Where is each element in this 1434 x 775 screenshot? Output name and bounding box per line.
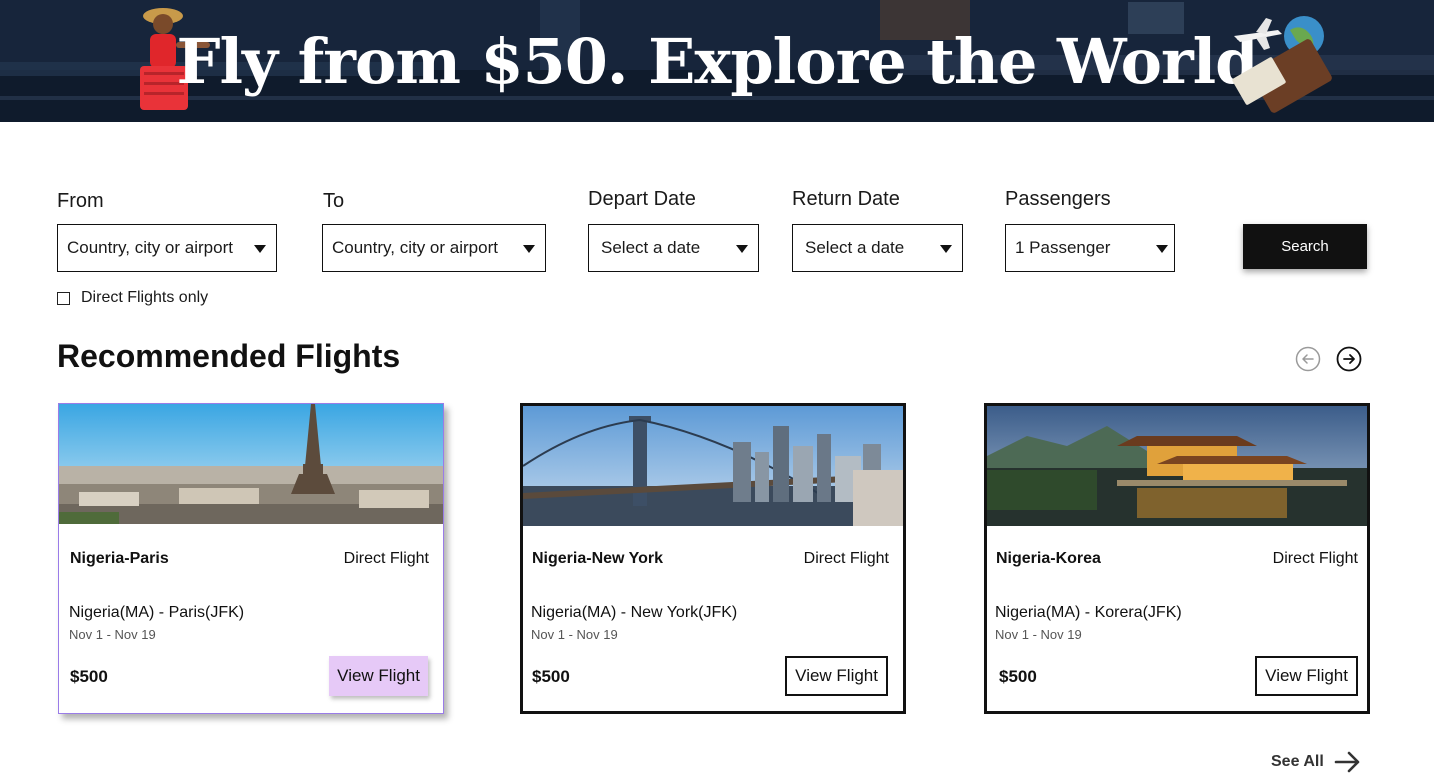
caret-down-icon xyxy=(254,245,266,253)
direct-flights-toggle[interactable]: Direct Flights only xyxy=(57,289,208,307)
arrow-left-circle-icon[interactable] xyxy=(1295,346,1321,372)
price: $500 xyxy=(999,667,1037,686)
depart-date-select[interactable]: Select a date xyxy=(588,224,759,272)
return-date-label: Return Date xyxy=(792,188,900,210)
caret-down-icon xyxy=(1156,245,1168,253)
section-title: Recommended Flights xyxy=(57,338,401,374)
flight-card[interactable]: Nigeria-Paris Direct Flight Nigeria(MA) … xyxy=(58,403,444,714)
route-name: Nigeria-New York xyxy=(532,550,664,567)
price: $500 xyxy=(70,667,108,686)
view-flight-button[interactable]: View Flight xyxy=(329,656,428,696)
view-flight-button[interactable]: View Flight xyxy=(1255,656,1358,696)
flight-type: Direct Flight xyxy=(803,550,889,567)
travel-dates: Nov 1 - Nov 19 xyxy=(531,627,618,642)
route-name: Nigeria-Korea xyxy=(996,550,1101,567)
passengers-label: Passengers xyxy=(1005,188,1111,210)
plane-globe-icon xyxy=(1232,16,1332,113)
from-select-value: Country, city or airport xyxy=(67,238,233,257)
passengers-value: 1 Passenger xyxy=(1015,238,1111,257)
flight-card[interactable]: Nigeria-New York Direct Flight Nigeria(M… xyxy=(520,403,906,714)
direct-flights-label: Direct Flights only xyxy=(81,289,209,306)
arrow-right-icon xyxy=(1334,751,1360,773)
korea-photo xyxy=(987,406,1367,526)
return-date-value: Select a date xyxy=(805,238,905,257)
to-select[interactable]: Country, city or airport xyxy=(322,224,546,272)
caret-down-icon xyxy=(940,245,952,253)
route-name: Nigeria-Paris xyxy=(70,550,169,567)
travel-dates: Nov 1 - Nov 19 xyxy=(995,627,1082,642)
route-detail: Nigeria(MA) - New York(JFK) xyxy=(531,604,738,621)
route-detail: Nigeria(MA) - Paris(JFK) xyxy=(69,604,245,621)
see-all-link[interactable]: See All xyxy=(1271,750,1362,774)
flight-type: Direct Flight xyxy=(343,550,429,567)
see-all-label: See All xyxy=(1271,753,1324,770)
to-select-value: Country, city or airport xyxy=(332,238,498,257)
return-date-select[interactable]: Select a date xyxy=(792,224,963,272)
from-label: From xyxy=(57,190,104,212)
arrow-right-circle-icon[interactable] xyxy=(1336,346,1362,372)
from-select[interactable]: Country, city or airport xyxy=(57,224,277,272)
paris-photo xyxy=(59,404,443,524)
travel-dates: Nov 1 - Nov 19 xyxy=(69,627,156,642)
depart-date-value: Select a date xyxy=(601,238,701,257)
new-york-photo xyxy=(523,406,903,526)
search-button[interactable]: Search xyxy=(1243,224,1367,269)
flight-card[interactable]: Nigeria-Korea Direct Flight Nigeria(MA) … xyxy=(984,403,1370,714)
to-label: To xyxy=(323,190,345,212)
flight-type: Direct Flight xyxy=(1272,550,1358,567)
hero-banner: Fly from $50. Explore the World xyxy=(0,0,1434,122)
passengers-select[interactable]: 1 Passenger xyxy=(1005,224,1175,272)
view-flight-button[interactable]: View Flight xyxy=(785,656,888,696)
checkbox-icon[interactable] xyxy=(57,291,70,305)
caret-down-icon xyxy=(736,245,748,253)
caret-down-icon xyxy=(523,245,535,253)
price: $500 xyxy=(532,667,570,686)
route-detail: Nigeria(MA) - Korera(JFK) xyxy=(995,604,1182,621)
depart-date-label: Depart Date xyxy=(588,188,696,210)
banner-title: Fly from $50. Explore the World xyxy=(176,25,1258,98)
